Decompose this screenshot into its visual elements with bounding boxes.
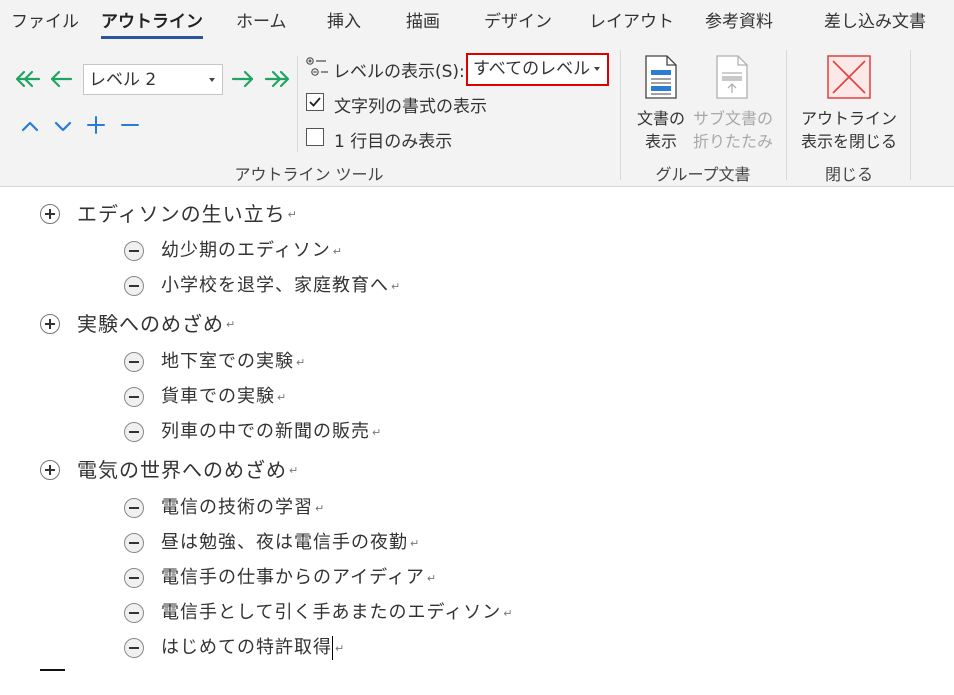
outline-item-text: 昼は勉強、夜は電信手の夜勤 <box>161 532 408 553</box>
collapse-subdocuments-button[interactable]: サブ文書の 折りたたみ <box>692 50 774 154</box>
no-subtext-outline-icon[interactable] <box>124 387 144 407</box>
ribbon-tab-bar: ファイル アウトライン ホーム 挿入 描画 デザイン レイアウト 参考資料 差し… <box>0 0 954 44</box>
close-outline-view-button[interactable]: アウトライン 表示を閉じる <box>796 50 902 154</box>
end-of-document-marker <box>40 669 65 671</box>
collapse-subdocuments-label-2: 折りたたみ <box>692 132 773 151</box>
move-down-icon[interactable] <box>50 113 76 139</box>
outline-item-text: 貨車での実験 <box>161 386 275 407</box>
show-document-button[interactable]: 文書の 表示 <box>630 50 692 154</box>
expand-outline-icon[interactable] <box>40 314 60 334</box>
no-subtext-outline-icon[interactable] <box>124 498 144 518</box>
collapse-subdocuments-label-1: サブ文書の <box>692 109 773 128</box>
paragraph-mark: ↵ <box>503 607 513 620</box>
paragraph-mark: ↵ <box>287 208 297 221</box>
outline-item-text: 地下室での実験 <box>161 351 294 372</box>
no-subtext-outline-icon[interactable] <box>124 568 144 588</box>
expand-icon[interactable] <box>83 112 109 138</box>
paragraph-mark: ↵ <box>296 356 306 369</box>
text-cursor <box>332 636 333 660</box>
paragraph-mark: ↵ <box>372 426 382 439</box>
show-level-label: レベルの表示(S): <box>333 62 465 82</box>
paragraph-mark: ↵ <box>391 280 401 293</box>
move-up-icon[interactable] <box>17 113 43 139</box>
paragraph-mark: ↵ <box>410 537 420 550</box>
show-document-label-2: 表示 <box>644 132 677 151</box>
no-subtext-outline-icon[interactable] <box>124 638 144 658</box>
tab-insert[interactable]: 挿入 <box>327 0 361 44</box>
ribbon-separator <box>297 56 298 152</box>
expand-outline-icon[interactable] <box>40 460 60 480</box>
show-text-formatting-checkbox[interactable] <box>306 93 324 111</box>
paragraph-mark: ↵ <box>289 464 299 477</box>
no-subtext-outline-icon[interactable] <box>124 533 144 553</box>
outline-item-text: 幼少期のエディソン <box>161 240 331 261</box>
show-text-formatting-label: 文字列の書式の表示 <box>334 97 487 117</box>
outline-item-text: 電信手の仕事からのアイディア <box>161 567 425 588</box>
ribbon-separator <box>620 50 621 180</box>
ribbon-separator <box>786 50 787 180</box>
paragraph-mark: ↵ <box>332 245 342 258</box>
outline-item-text: 電信の技術の学習 <box>161 497 313 518</box>
master-document-group-label: グループ文書 <box>655 165 751 184</box>
show-document-icon <box>645 55 677 99</box>
show-level-value: すべてのレベル <box>473 59 591 79</box>
paragraph-mark: ↵ <box>335 642 345 655</box>
no-subtext-outline-icon[interactable] <box>124 276 144 296</box>
paragraph-mark: ↵ <box>226 318 236 331</box>
close-group-label: 閉じる <box>824 165 873 184</box>
tab-file[interactable]: ファイル <box>11 0 79 44</box>
no-subtext-outline-icon[interactable] <box>124 352 144 372</box>
outline-level-combobox[interactable]: レベル 2 <box>83 64 223 95</box>
no-subtext-outline-icon[interactable] <box>124 241 144 261</box>
outline-item-text: エディソンの生い立ち <box>77 202 286 226</box>
show-level-combobox[interactable]: すべてのレベル <box>466 53 609 86</box>
outline-tools-group-label: アウトライン ツール <box>234 165 384 184</box>
paragraph-mark: ↵ <box>277 391 287 404</box>
show-level-icon <box>304 55 330 81</box>
tab-references[interactable]: 参考資料 <box>705 0 773 44</box>
show-first-line-only-checkbox[interactable] <box>306 128 324 146</box>
close-outline-view-label-1: アウトライン <box>800 109 897 128</box>
tab-design[interactable]: デザイン <box>484 0 552 44</box>
outline-item-text: 実験へのめざめ <box>77 312 224 336</box>
promote-icon[interactable] <box>49 66 75 92</box>
paragraph-mark: ↵ <box>426 572 437 585</box>
demote-to-body-text-icon[interactable] <box>264 66 290 92</box>
tab-layout[interactable]: レイアウト <box>589 0 674 44</box>
outline-document[interactable]: エディソンの生い立ち ↵ 幼少期のエディソン ↵ 小学校を退学、家庭教育へ ↵ 実験へのめざ… <box>0 187 954 695</box>
show-first-line-only-label: 1 行目のみ表示 <box>334 132 453 152</box>
ribbon-separator <box>910 50 911 180</box>
show-document-label-1: 文書の <box>636 109 685 128</box>
ribbon-panel: レベル 2 レベルの表示(S): すべてのレベル 文字列の書式の表示 1 行目の… <box>0 44 954 187</box>
tab-mailings[interactable]: 差し込み文書 <box>824 0 926 44</box>
chevron-down-icon <box>594 67 600 71</box>
tab-draw[interactable]: 描画 <box>406 0 440 44</box>
demote-icon[interactable] <box>229 66 255 92</box>
tab-outline[interactable]: アウトライン <box>101 0 203 44</box>
outline-item-text: 電信手として引く手あまたのエディソン <box>161 602 502 623</box>
tab-home[interactable]: ホーム <box>236 0 287 44</box>
outline-item-text: 列車の中での新聞の販売 <box>161 421 370 442</box>
no-subtext-outline-icon[interactable] <box>124 603 144 623</box>
no-subtext-outline-icon[interactable] <box>124 422 144 442</box>
outline-item-text: 電気の世界へのめざめ <box>77 458 287 482</box>
collapse-subdocuments-icon <box>716 55 748 99</box>
chevron-down-icon <box>209 78 215 82</box>
promote-to-heading1-icon[interactable] <box>15 66 41 92</box>
paragraph-mark: ↵ <box>315 502 325 515</box>
outline-level-value: レベル 2 <box>89 70 157 90</box>
close-outline-view-icon <box>827 55 871 99</box>
expand-outline-icon[interactable] <box>40 204 60 224</box>
collapse-icon[interactable] <box>117 112 143 138</box>
outline-item-text: はじめての特許取得 <box>161 637 332 658</box>
close-outline-view-label-2: 表示を閉じる <box>800 132 897 151</box>
outline-item-text: 小学校を退学、家庭教育へ <box>161 275 389 296</box>
